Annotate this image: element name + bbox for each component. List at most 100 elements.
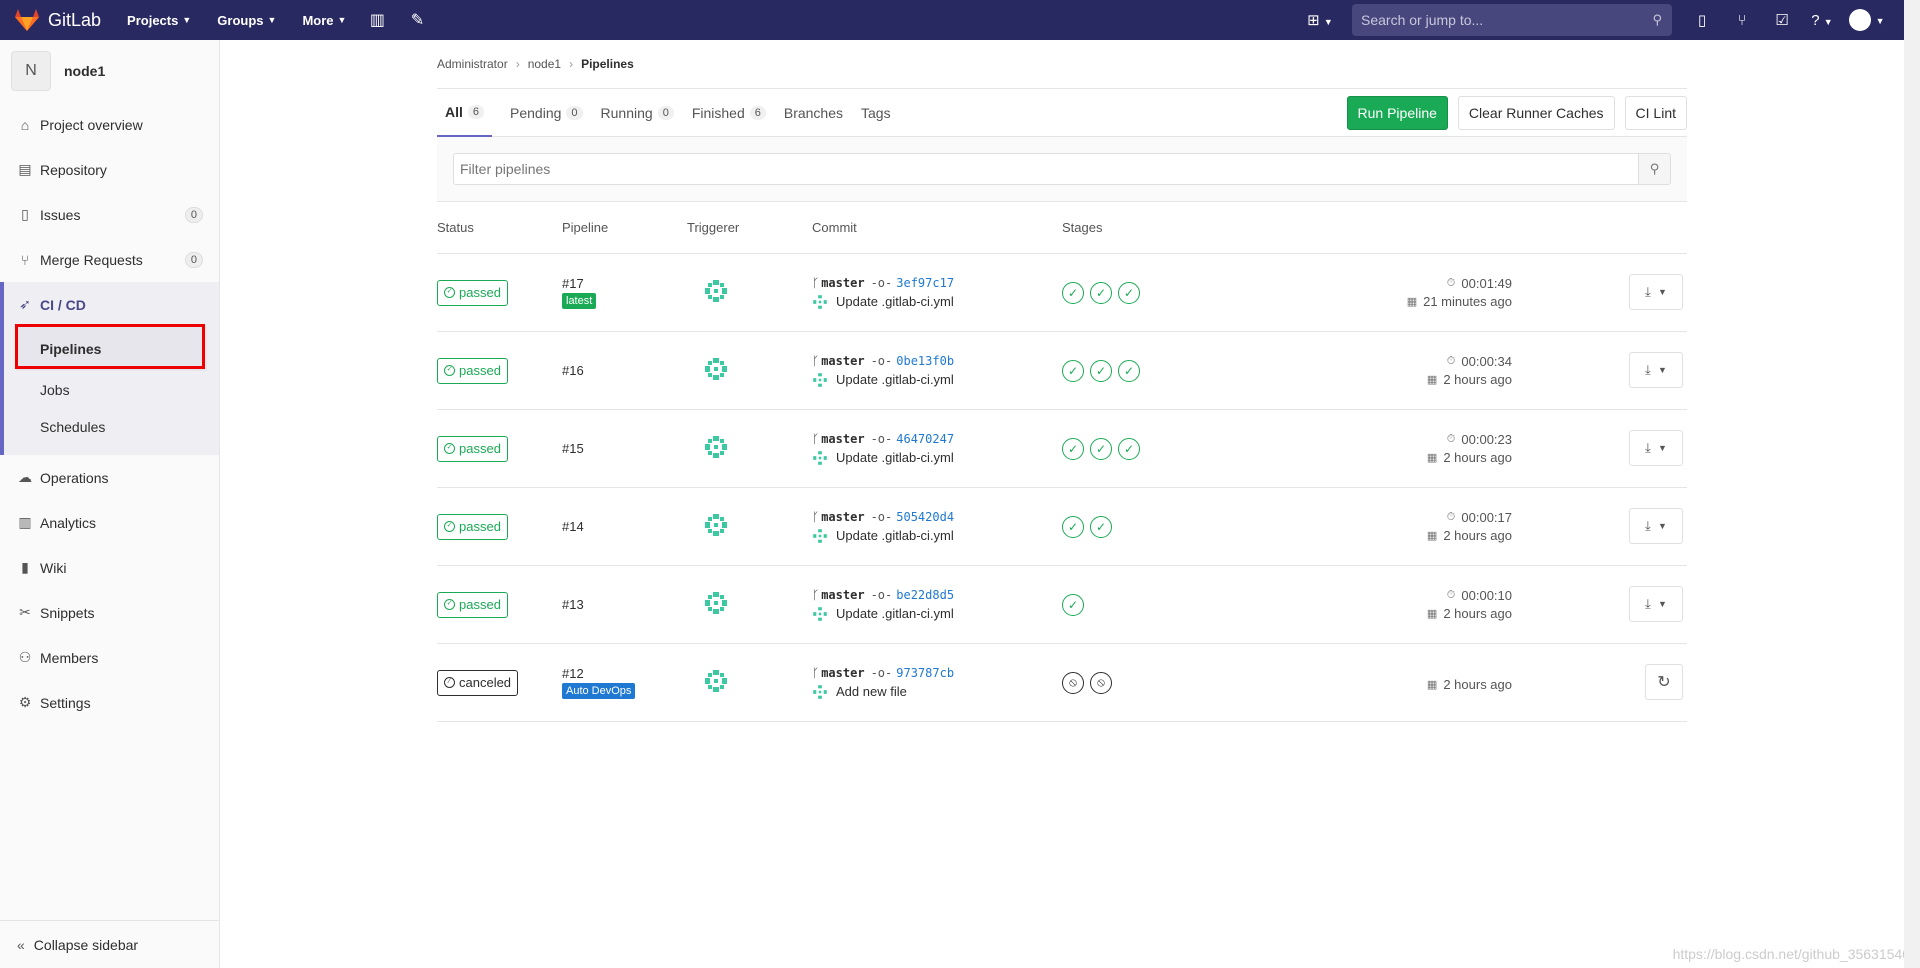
- search-input[interactable]: [1361, 12, 1621, 28]
- new-item-plus-icon[interactable]: ⊞ ▼: [1300, 11, 1340, 29]
- branch-link[interactable]: master: [821, 588, 864, 602]
- pipeline-id-link[interactable]: #16: [562, 363, 687, 378]
- sidebar-item-settings[interactable]: ⚙ Settings: [0, 680, 219, 725]
- status-badge[interactable]: ✓ passed: [437, 357, 508, 384]
- activity-chart-icon[interactable]: ▥: [368, 10, 386, 30]
- sidebar-item-cicd[interactable]: ➶ CI / CD: [4, 282, 219, 327]
- tab-all[interactable]: All 6: [437, 89, 493, 137]
- collapse-sidebar-button[interactable]: « Collapse sidebar: [0, 920, 219, 968]
- run-pipeline-button[interactable]: Run Pipeline: [1346, 96, 1448, 130]
- gitlab-logo[interactable]: GitLab: [14, 8, 101, 32]
- download-artifacts-button[interactable]: ⤓ ▼: [1629, 430, 1683, 466]
- stage-passed-icon[interactable]: ✓: [1090, 515, 1112, 538]
- stage-passed-icon[interactable]: ✓: [1062, 593, 1084, 616]
- pipeline-id-link[interactable]: #12: [562, 666, 687, 681]
- status-badge[interactable]: ✓ passed: [437, 591, 508, 618]
- project-header[interactable]: N node1: [0, 40, 219, 102]
- commit-author-avatar[interactable]: [812, 528, 828, 544]
- commit-message-link[interactable]: Add new file: [836, 684, 907, 699]
- stage-passed-icon[interactable]: ✓: [1062, 281, 1084, 304]
- stage-canceled-icon[interactable]: ⦸: [1062, 671, 1084, 694]
- pipeline-id-link[interactable]: #15: [562, 441, 687, 456]
- nav-projects[interactable]: Projects ▼: [127, 13, 191, 28]
- branch-link[interactable]: master: [821, 510, 864, 524]
- branch-link[interactable]: master: [821, 276, 864, 290]
- pipeline-id-link[interactable]: #14: [562, 519, 687, 534]
- status-badge[interactable]: ✓ passed: [437, 513, 508, 540]
- sidebar-item-project-overview[interactable]: ⌂ Project overview: [0, 102, 219, 147]
- sidebar-subitem-schedules[interactable]: Schedules: [4, 408, 219, 445]
- status-badge[interactable]: ⁄ canceled: [437, 669, 519, 696]
- merge-requests-icon[interactable]: ⑂: [1722, 12, 1762, 29]
- stage-passed-icon[interactable]: ✓: [1118, 281, 1140, 304]
- nav-groups[interactable]: Groups ▼: [217, 13, 276, 28]
- todos-check-icon[interactable]: ☑: [1762, 11, 1802, 29]
- ci-lint-button[interactable]: CI Lint: [1624, 96, 1687, 130]
- branch-link[interactable]: master: [821, 666, 864, 680]
- sidebar-item-analytics[interactable]: ▥ Analytics: [0, 500, 219, 545]
- commit-author-avatar[interactable]: [812, 606, 828, 622]
- filter-search-button[interactable]: ⚲: [1639, 153, 1671, 185]
- stage-canceled-icon[interactable]: ⦸: [1090, 671, 1112, 694]
- triggerer-avatar[interactable]: [703, 434, 729, 460]
- breadcrumb-current[interactable]: Pipelines: [581, 57, 634, 71]
- sidebar-item-members[interactable]: ⚇ Members: [0, 635, 219, 680]
- commit-sha-link[interactable]: 973787cb: [896, 666, 954, 680]
- stage-passed-icon[interactable]: ✓: [1090, 281, 1112, 304]
- commit-sha-link[interactable]: be22d8d5: [896, 588, 954, 602]
- download-artifacts-button[interactable]: ⤓ ▼: [1629, 352, 1683, 388]
- sidebar-item-operations[interactable]: ☁ Operations: [0, 455, 219, 500]
- admin-wrench-icon[interactable]: ✎: [408, 10, 426, 30]
- tab-pending[interactable]: Pending 0: [510, 89, 583, 137]
- stage-passed-icon[interactable]: ✓: [1118, 359, 1140, 382]
- commit-author-avatar[interactable]: [812, 372, 828, 388]
- commit-message-link[interactable]: Update .gitlan-ci.yml: [836, 606, 954, 621]
- commit-message-link[interactable]: Update .gitlab-ci.yml: [836, 294, 954, 309]
- todo-issues-icon[interactable]: ▯: [1682, 11, 1722, 29]
- download-artifacts-button[interactable]: ⤓ ▼: [1629, 508, 1683, 544]
- retry-button[interactable]: ↻: [1645, 664, 1683, 700]
- commit-sha-link[interactable]: 0be13f0b: [896, 354, 954, 368]
- commit-sha-link[interactable]: 3ef97c17: [896, 276, 954, 290]
- tab-finished[interactable]: Finished 6: [692, 89, 766, 137]
- branch-link[interactable]: master: [821, 432, 864, 446]
- clear-runner-caches-button[interactable]: Clear Runner Caches: [1457, 96, 1615, 130]
- commit-sha-link[interactable]: 46470247: [896, 432, 954, 446]
- tab-branches[interactable]: Branches: [784, 89, 843, 137]
- commit-message-link[interactable]: Update .gitlab-ci.yml: [836, 372, 954, 387]
- stage-passed-icon[interactable]: ✓: [1062, 359, 1084, 382]
- sidebar-item-repository[interactable]: ▤ Repository: [0, 147, 219, 192]
- stage-passed-icon[interactable]: ✓: [1062, 515, 1084, 538]
- triggerer-avatar[interactable]: [703, 590, 729, 616]
- breadcrumb-admin[interactable]: Administrator: [437, 57, 508, 71]
- branch-link[interactable]: master: [821, 354, 864, 368]
- search-box[interactable]: ⚲: [1352, 4, 1672, 36]
- tab-tags[interactable]: Tags: [861, 89, 891, 137]
- user-avatar-menu[interactable]: ▼: [1842, 9, 1892, 31]
- stage-passed-icon[interactable]: ✓: [1090, 359, 1112, 382]
- sidebar-item-snippets[interactable]: ✂ Snippets: [0, 590, 219, 635]
- help-icon[interactable]: ? ▼: [1802, 12, 1842, 29]
- download-artifacts-button[interactable]: ⤓ ▼: [1629, 586, 1683, 622]
- page-scrollbar[interactable]: [1904, 0, 1920, 968]
- nav-more[interactable]: More ▼: [302, 13, 346, 28]
- status-badge[interactable]: ✓ passed: [437, 435, 508, 462]
- filter-pipelines-input[interactable]: [460, 161, 1632, 177]
- download-artifacts-button[interactable]: ⤓ ▼: [1629, 274, 1683, 310]
- triggerer-avatar[interactable]: [703, 512, 729, 538]
- triggerer-avatar[interactable]: [703, 278, 729, 304]
- tab-running[interactable]: Running 0: [601, 89, 674, 137]
- pipeline-id-link[interactable]: #13: [562, 597, 687, 612]
- breadcrumb-project[interactable]: node1: [528, 57, 561, 71]
- triggerer-avatar[interactable]: [703, 356, 729, 382]
- commit-message-link[interactable]: Update .gitlab-ci.yml: [836, 450, 954, 465]
- sidebar-subitem-jobs[interactable]: Jobs: [4, 371, 219, 408]
- stage-passed-icon[interactable]: ✓: [1118, 437, 1140, 460]
- stage-passed-icon[interactable]: ✓: [1062, 437, 1084, 460]
- status-badge[interactable]: ✓ passed: [437, 279, 508, 306]
- sidebar-item-wiki[interactable]: ▮ Wiki: [0, 545, 219, 590]
- triggerer-avatar[interactable]: [703, 668, 729, 694]
- commit-sha-link[interactable]: 505420d4: [896, 510, 954, 524]
- sidebar-item-issues[interactable]: ▯ Issues 0: [0, 192, 219, 237]
- commit-author-avatar[interactable]: [812, 684, 828, 700]
